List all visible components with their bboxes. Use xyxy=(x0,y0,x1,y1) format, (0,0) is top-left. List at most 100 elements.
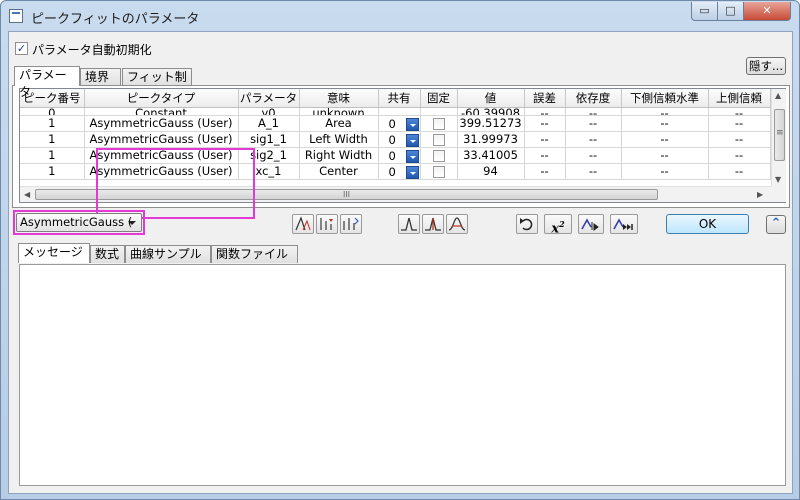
grid-vertical-scroll-thumb[interactable]: ≡ xyxy=(774,109,785,161)
share-cell[interactable]: 0 xyxy=(378,131,421,148)
peak-sort-button[interactable] xyxy=(316,214,338,234)
fix-checkbox[interactable] xyxy=(432,149,445,162)
col-header-error[interactable]: 誤差 xyxy=(524,89,566,108)
tab-formula[interactable]: 数式 xyxy=(90,245,125,263)
col-header-meaning[interactable]: 意味 xyxy=(299,89,379,108)
grid-horizontal-scroll-thumb[interactable]: III xyxy=(35,189,658,200)
peak-type-cell[interactable]: AsymmetricGauss (User) xyxy=(84,163,239,180)
parameter-cell: sig1_1 xyxy=(238,131,300,148)
close-button[interactable]: ✕ xyxy=(743,2,791,21)
peak-marker-button[interactable] xyxy=(422,214,444,234)
parameter-table: ピーク番号 ピークタイプ パラメータ 意味 共有 固定 値 誤差 依存度 下側信… xyxy=(20,89,771,180)
grid-horizontal-scrollbar[interactable]: ◀ III ▶ xyxy=(20,186,771,202)
scroll-right-icon[interactable]: ▶ xyxy=(757,190,763,199)
peak-type-cell[interactable]: AsymmetricGauss (User) xyxy=(84,147,239,164)
col-header-parameter[interactable]: パラメータ xyxy=(238,89,300,108)
tab-fit-control[interactable]: フィット制御 xyxy=(122,68,192,101)
tab-messages[interactable]: メッセージ xyxy=(18,243,90,263)
value-cell[interactable]: 399.51273 xyxy=(457,115,525,132)
title-bar[interactable]: ピークフィットのパラメータ ▭ □ ✕ xyxy=(1,1,799,31)
fix-cell[interactable] xyxy=(420,131,458,148)
fix-checkbox[interactable] xyxy=(432,117,445,130)
peak-number-cell: 1 xyxy=(20,163,85,180)
value-cell[interactable]: 33.41005 xyxy=(457,147,525,164)
message-area[interactable] xyxy=(19,264,786,486)
share-dropdown-icon[interactable] xyxy=(405,165,419,178)
fix-cell[interactable] xyxy=(420,115,458,132)
col-header-share[interactable]: 共有 xyxy=(378,89,421,108)
col-header-value[interactable]: 値 xyxy=(457,89,525,108)
share-dropdown-icon[interactable] xyxy=(405,133,419,146)
peak-type-cell[interactable]: AsymmetricGauss (User) xyxy=(84,115,239,132)
error-cell: -- xyxy=(524,115,566,132)
parameter-grid: ピーク番号 ピークタイプ パラメータ 意味 共有 固定 値 誤差 依存度 下側信… xyxy=(19,88,786,219)
value-cell[interactable]: 94 xyxy=(457,163,525,180)
peak-swap-button[interactable] xyxy=(340,214,362,234)
error-cell: -- xyxy=(524,131,566,148)
tab-parameters[interactable]: パラメータ xyxy=(14,66,80,99)
col-header-fix[interactable]: 固定 xyxy=(420,89,458,108)
undo-icon xyxy=(520,218,533,231)
fit-one-iteration-button[interactable] xyxy=(578,214,604,234)
table-row[interactable]: 1 AsymmetricGauss (User) xc_1 Center 0 9… xyxy=(20,163,771,180)
share-cell[interactable]: 0 xyxy=(378,147,421,164)
tab-curve-sample[interactable]: 曲線サンプル xyxy=(125,245,211,263)
fix-cell[interactable] xyxy=(420,163,458,180)
peak-number-cell: 1 xyxy=(20,115,85,132)
table-row[interactable]: 1 AsymmetricGauss (User) sig1_1 Left Wid… xyxy=(20,131,771,148)
peak-left-button[interactable] xyxy=(292,214,314,234)
error-cell: -- xyxy=(524,163,566,180)
dependency-cell: -- xyxy=(565,147,622,164)
peak-curve-button[interactable] xyxy=(446,214,468,234)
fit-one-iteration-icon xyxy=(581,218,599,231)
peak-type-cell[interactable]: AsymmetricGauss (User) xyxy=(84,131,239,148)
col-header-upper-confidence[interactable]: 上側信頼 xyxy=(708,89,771,108)
chi-square-button[interactable]: x2 xyxy=(544,214,572,236)
lower-confidence-cell: -- xyxy=(621,163,709,180)
meaning-cell: Area xyxy=(299,115,379,132)
auto-init-label: パラメータ自動初期化 xyxy=(32,43,152,57)
peak-number-cell: 1 xyxy=(20,131,85,148)
tab-function-file[interactable]: 関数ファイル xyxy=(211,245,298,263)
meaning-cell: Left Width xyxy=(299,131,379,148)
hide-button[interactable]: 隠す... xyxy=(746,57,786,75)
fit-until-converged-button[interactable] xyxy=(610,214,638,234)
value-cell[interactable]: 31.99973 xyxy=(457,131,525,148)
share-dropdown-icon[interactable] xyxy=(405,117,419,130)
col-header-peak-type[interactable]: ピークタイプ xyxy=(84,89,239,108)
fix-cell[interactable] xyxy=(420,147,458,164)
peak-shape-button[interactable] xyxy=(398,214,420,234)
chevron-up-icon: ⌃ xyxy=(770,216,782,231)
parameter-cell: sig2_1 xyxy=(238,147,300,164)
ok-button[interactable]: OK xyxy=(666,214,749,234)
auto-init-checkbox[interactable]: ✓ xyxy=(15,42,28,55)
meaning-cell: Right Width xyxy=(299,147,379,164)
tab-bounds[interactable]: 境界 xyxy=(80,68,121,86)
fix-checkbox[interactable] xyxy=(432,133,445,146)
share-cell[interactable]: 0 xyxy=(378,163,421,180)
scroll-down-icon[interactable]: ▼ xyxy=(775,175,781,184)
peak-type-select-value: AsymmetricGauss ( xyxy=(20,215,133,229)
col-header-lower-confidence[interactable]: 下側信頼水準 xyxy=(621,89,709,108)
fix-checkbox[interactable] xyxy=(432,165,445,178)
share-cell[interactable]: 0 xyxy=(378,115,421,132)
app-icon xyxy=(9,9,23,23)
chevron-down-icon xyxy=(128,221,136,225)
grid-vertical-scrollbar[interactable]: ▲ ≡ ▼ xyxy=(771,89,786,186)
table-header-row: ピーク番号 ピークタイプ パラメータ 意味 共有 固定 値 誤差 依存度 下側信… xyxy=(20,89,771,108)
share-dropdown-icon[interactable] xyxy=(405,149,419,162)
scroll-up-icon[interactable]: ▲ xyxy=(775,91,781,100)
minimize-button[interactable]: ▭ xyxy=(691,2,718,21)
scroll-left-icon[interactable]: ◀ xyxy=(24,190,30,199)
table-row[interactable]: 1 AsymmetricGauss (User) sig2_1 Right Wi… xyxy=(20,147,771,164)
undo-button[interactable] xyxy=(516,214,538,234)
table-row-partial[interactable]: 0 Constant y0 unknown -60.39908 -- -- --… xyxy=(20,107,771,116)
maximize-button[interactable]: □ xyxy=(717,2,744,21)
col-header-dependency[interactable]: 依存度 xyxy=(565,89,622,108)
collapse-button[interactable]: ⌃ xyxy=(766,215,786,234)
lower-confidence-cell: -- xyxy=(621,147,709,164)
dialog-client-area: ✓ パラメータ自動初期化 隠す... パラメータ 境界 フィット制御 ピーク番号… xyxy=(8,31,793,494)
table-row[interactable]: 1 AsymmetricGauss (User) A_1 Area 0 399.… xyxy=(20,115,771,132)
meaning-cell: Center xyxy=(299,163,379,180)
peak-type-select[interactable]: AsymmetricGauss ( xyxy=(16,213,142,232)
